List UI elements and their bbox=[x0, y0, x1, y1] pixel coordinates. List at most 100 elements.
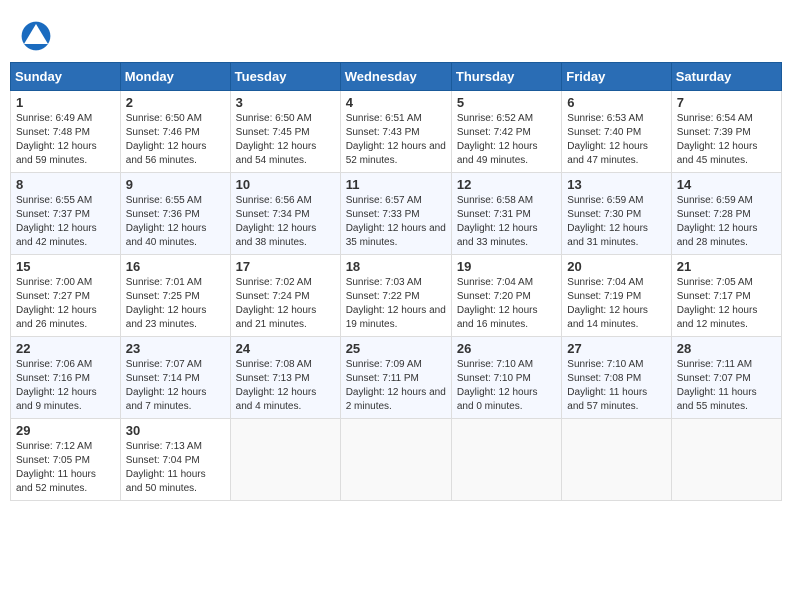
day-number: 15 bbox=[16, 259, 115, 274]
day-header-tuesday: Tuesday bbox=[230, 63, 340, 91]
calendar-cell: 12 Sunrise: 6:58 AMSunset: 7:31 PMDayligh… bbox=[451, 173, 561, 255]
day-info: Sunrise: 6:55 AMSunset: 7:36 PMDaylight:… bbox=[126, 194, 225, 250]
day-header-friday: Friday bbox=[562, 63, 671, 91]
calendar-week-row: 8Sunrise: 6:55 AMSunset: 7:37 PMDaylight… bbox=[11, 173, 782, 255]
day-info: Sunrise: 7:10 AMSunset: 7:08 PMDaylight:… bbox=[567, 358, 665, 414]
day-number: 21 bbox=[677, 259, 776, 274]
day-number: 16 bbox=[126, 259, 225, 274]
day-info: Sunrise: 6:57 AMSunset: 7:33 PMDaylight:… bbox=[346, 194, 446, 250]
calendar-week-row: 1 Sunrise: 6:49 AMSunset: 7:48 PMDaylight… bbox=[11, 91, 782, 173]
day-info: Sunrise: 6:58 AMSunset: 7:31 PMDaylight:… bbox=[457, 194, 556, 250]
day-number: 30 bbox=[126, 423, 225, 438]
day-header-monday: Monday bbox=[120, 63, 230, 91]
calendar-cell: 25Sunrise: 7:09 AMSunset: 7:11 PMDayligh… bbox=[340, 337, 451, 419]
day-number: 12 bbox=[457, 177, 556, 192]
day-info: Sunrise: 7:04 AMSunset: 7:20 PMDaylight:… bbox=[457, 276, 556, 332]
calendar-cell: 18 Sunrise: 7:03 AMSunset: 7:22 PMDayligh… bbox=[340, 255, 451, 337]
day-info: Sunrise: 7:11 AMSunset: 7:07 PMDaylight:… bbox=[677, 358, 776, 414]
day-info: Sunrise: 6:51 AMSunset: 7:43 PMDaylight:… bbox=[346, 112, 446, 168]
calendar-cell: 4 Sunrise: 6:51 AMSunset: 7:43 PMDaylight… bbox=[340, 91, 451, 173]
calendar-cell: 19 Sunrise: 7:04 AMSunset: 7:20 PMDayligh… bbox=[451, 255, 561, 337]
day-number: 26 bbox=[457, 341, 556, 356]
calendar-cell bbox=[340, 419, 451, 501]
calendar-cell: 10 Sunrise: 6:56 AMSunset: 7:34 PMDayligh… bbox=[230, 173, 340, 255]
calendar-cell: 20 Sunrise: 7:04 AMSunset: 7:19 PMDayligh… bbox=[562, 255, 671, 337]
calendar-cell: 1 Sunrise: 6:49 AMSunset: 7:48 PMDaylight… bbox=[11, 91, 121, 173]
calendar-cell bbox=[451, 419, 561, 501]
calendar-cell: 15 Sunrise: 7:00 AMSunset: 7:27 PMDayligh… bbox=[11, 255, 121, 337]
calendar-cell: 9 Sunrise: 6:55 AMSunset: 7:36 PMDaylight… bbox=[120, 173, 230, 255]
day-number: 24 bbox=[236, 341, 335, 356]
day-number: 23 bbox=[126, 341, 225, 356]
calendar-cell: 21 Sunrise: 7:05 AMSunset: 7:17 PMDayligh… bbox=[671, 255, 781, 337]
calendar-cell bbox=[230, 419, 340, 501]
calendar-cell: 3 Sunrise: 6:50 AMSunset: 7:45 PMDaylight… bbox=[230, 91, 340, 173]
calendar-cell: 14 Sunrise: 6:59 AMSunset: 7:28 PMDayligh… bbox=[671, 173, 781, 255]
calendar-cell: 27Sunrise: 7:10 AMSunset: 7:08 PMDayligh… bbox=[562, 337, 671, 419]
calendar-cell: 28 Sunrise: 7:11 AMSunset: 7:07 PMDayligh… bbox=[671, 337, 781, 419]
day-info: Sunrise: 7:05 AMSunset: 7:17 PMDaylight:… bbox=[677, 276, 776, 332]
day-number: 2 bbox=[126, 95, 225, 110]
day-info: Sunrise: 6:53 AMSunset: 7:40 PMDaylight:… bbox=[567, 112, 665, 168]
day-number: 14 bbox=[677, 177, 776, 192]
day-info: Sunrise: 7:04 AMSunset: 7:19 PMDaylight:… bbox=[567, 276, 665, 332]
day-info: Sunrise: 7:00 AMSunset: 7:27 PMDaylight:… bbox=[16, 276, 115, 332]
day-info: Sunrise: 6:54 AMSunset: 7:39 PMDaylight:… bbox=[677, 112, 776, 168]
day-info: Sunrise: 6:59 AMSunset: 7:28 PMDaylight:… bbox=[677, 194, 776, 250]
day-info: Sunrise: 7:12 AMSunset: 7:05 PMDaylight:… bbox=[16, 440, 115, 496]
day-number: 7 bbox=[677, 95, 776, 110]
calendar-cell: 22Sunrise: 7:06 AMSunset: 7:16 PMDayligh… bbox=[11, 337, 121, 419]
day-info: Sunrise: 7:01 AMSunset: 7:25 PMDaylight:… bbox=[126, 276, 225, 332]
day-info: Sunrise: 7:08 AMSunset: 7:13 PMDaylight:… bbox=[236, 358, 335, 414]
day-number: 3 bbox=[236, 95, 335, 110]
calendar-cell: 2 Sunrise: 6:50 AMSunset: 7:46 PMDaylight… bbox=[120, 91, 230, 173]
day-number: 11 bbox=[346, 177, 446, 192]
calendar-cell: 16 Sunrise: 7:01 AMSunset: 7:25 PMDayligh… bbox=[120, 255, 230, 337]
day-number: 22 bbox=[16, 341, 115, 356]
day-number: 9 bbox=[126, 177, 225, 192]
calendar-cell: 13Sunrise: 6:59 AMSunset: 7:30 PMDayligh… bbox=[562, 173, 671, 255]
day-number: 8 bbox=[16, 177, 115, 192]
day-info: Sunrise: 6:49 AMSunset: 7:48 PMDaylight:… bbox=[16, 112, 115, 168]
day-header-thursday: Thursday bbox=[451, 63, 561, 91]
day-number: 5 bbox=[457, 95, 556, 110]
calendar-cell: 24 Sunrise: 7:08 AMSunset: 7:13 PMDayligh… bbox=[230, 337, 340, 419]
day-info: Sunrise: 7:07 AMSunset: 7:14 PMDaylight:… bbox=[126, 358, 225, 414]
calendar-cell: 6 Sunrise: 6:53 AMSunset: 7:40 PMDaylight… bbox=[562, 91, 671, 173]
calendar-header-row: SundayMondayTuesdayWednesdayThursdayFrid… bbox=[11, 63, 782, 91]
calendar-cell: 30Sunrise: 7:13 AMSunset: 7:04 PMDayligh… bbox=[120, 419, 230, 501]
day-info: Sunrise: 6:56 AMSunset: 7:34 PMDaylight:… bbox=[236, 194, 335, 250]
calendar-cell bbox=[671, 419, 781, 501]
day-number: 20 bbox=[567, 259, 665, 274]
calendar-cell: 26 Sunrise: 7:10 AMSunset: 7:10 PMDayligh… bbox=[451, 337, 561, 419]
calendar-cell: 29 Sunrise: 7:12 AMSunset: 7:05 PMDayligh… bbox=[11, 419, 121, 501]
calendar-cell: 7 Sunrise: 6:54 AMSunset: 7:39 PMDaylight… bbox=[671, 91, 781, 173]
day-number: 10 bbox=[236, 177, 335, 192]
day-number: 1 bbox=[16, 95, 115, 110]
day-number: 25 bbox=[346, 341, 446, 356]
day-number: 29 bbox=[16, 423, 115, 438]
day-header-wednesday: Wednesday bbox=[340, 63, 451, 91]
day-number: 4 bbox=[346, 95, 446, 110]
day-number: 13 bbox=[567, 177, 665, 192]
day-info: Sunrise: 7:10 AMSunset: 7:10 PMDaylight:… bbox=[457, 358, 556, 414]
calendar-cell: 5Sunrise: 6:52 AMSunset: 7:42 PMDaylight… bbox=[451, 91, 561, 173]
day-number: 28 bbox=[677, 341, 776, 356]
day-number: 17 bbox=[236, 259, 335, 274]
calendar-week-row: 22Sunrise: 7:06 AMSunset: 7:16 PMDayligh… bbox=[11, 337, 782, 419]
calendar-cell: 17Sunrise: 7:02 AMSunset: 7:24 PMDayligh… bbox=[230, 255, 340, 337]
day-header-sunday: Sunday bbox=[11, 63, 121, 91]
logo bbox=[20, 20, 56, 52]
calendar-cell bbox=[562, 419, 671, 501]
page-header bbox=[10, 10, 782, 57]
day-number: 6 bbox=[567, 95, 665, 110]
day-info: Sunrise: 7:03 AMSunset: 7:22 PMDaylight:… bbox=[346, 276, 446, 332]
day-info: Sunrise: 6:50 AMSunset: 7:45 PMDaylight:… bbox=[236, 112, 335, 168]
day-number: 18 bbox=[346, 259, 446, 274]
logo-icon bbox=[20, 20, 52, 52]
day-info: Sunrise: 6:50 AMSunset: 7:46 PMDaylight:… bbox=[126, 112, 225, 168]
day-number: 19 bbox=[457, 259, 556, 274]
calendar-cell: 23 Sunrise: 7:07 AMSunset: 7:14 PMDayligh… bbox=[120, 337, 230, 419]
day-header-saturday: Saturday bbox=[671, 63, 781, 91]
calendar-week-row: 15 Sunrise: 7:00 AMSunset: 7:27 PMDayligh… bbox=[11, 255, 782, 337]
